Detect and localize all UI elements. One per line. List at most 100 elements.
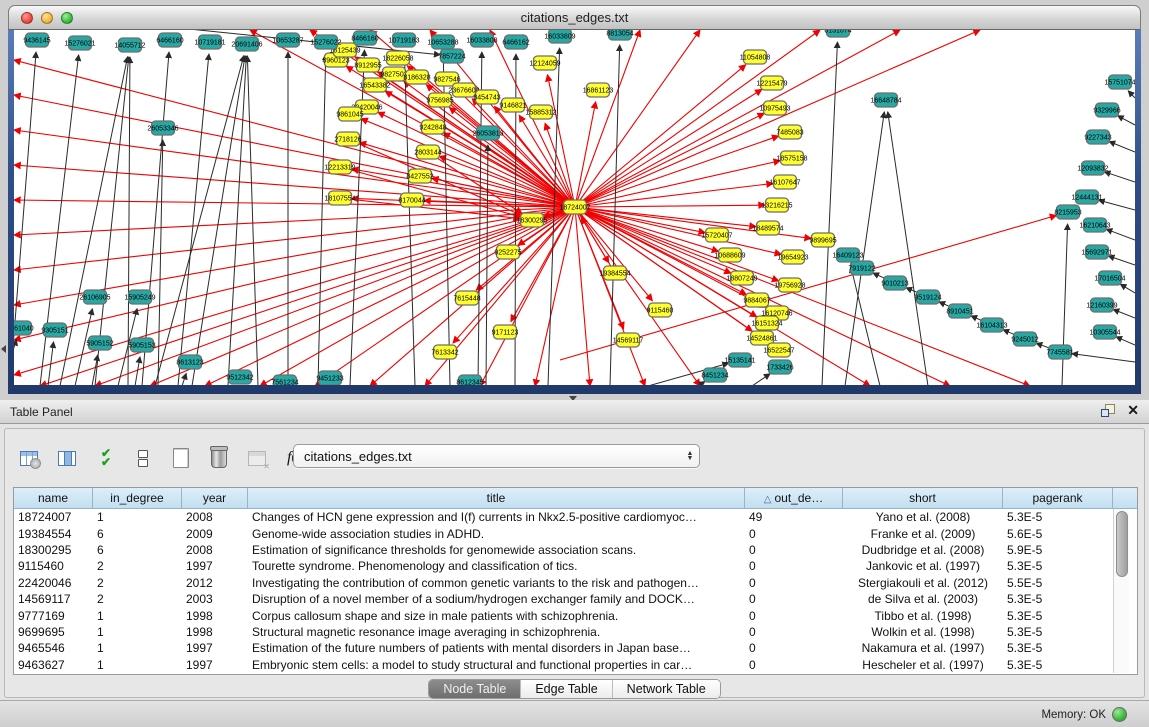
network-edge[interactable] [14, 207, 575, 340]
network-edge[interactable] [575, 207, 705, 233]
network-node[interactable]: 12160399 [1086, 298, 1117, 312]
column-header-out_de[interactable]: △out_de… [745, 488, 843, 508]
network-node[interactable]: 8466160 [351, 31, 378, 45]
network-node[interactable]: 18489574 [752, 221, 783, 235]
network-edge[interactable] [575, 183, 773, 207]
network-edge[interactable] [752, 374, 770, 385]
tab-network-table[interactable]: Network Table [613, 680, 720, 698]
network-edge[interactable] [205, 207, 575, 385]
network-node[interactable]: 18107554 [324, 191, 355, 205]
network-edge[interactable] [575, 113, 764, 207]
network-node[interactable]: 13216215 [761, 198, 792, 212]
network-edge[interactable] [14, 339, 16, 385]
network-node[interactable]: 7919122 [848, 261, 875, 275]
network-node[interactable]: 26053813 [472, 126, 503, 140]
network-node[interactable]: 9171123 [492, 325, 519, 339]
network-node[interactable]: 8451234 [701, 368, 728, 382]
delete-table-button[interactable] [207, 446, 231, 470]
network-edge[interactable] [575, 205, 765, 207]
network-edge[interactable] [14, 130, 575, 207]
network-node[interactable]: 12124059 [529, 56, 560, 70]
network-node[interactable]: 9512342 [226, 370, 253, 384]
network-node[interactable]: 10653287 [272, 33, 303, 47]
network-edge[interactable] [1128, 91, 1135, 98]
network-node[interactable]: 15720407 [701, 228, 732, 242]
network-node[interactable]: 9519124 [914, 290, 941, 304]
network-edge[interactable] [1072, 354, 1135, 362]
network-node[interactable]: 19756928 [774, 278, 805, 292]
network-node[interactable]: 12213319 [324, 160, 355, 174]
network-edge[interactable] [535, 207, 575, 385]
network-node[interactable]: 6466160 [156, 33, 183, 47]
network-node[interactable]: 9252275 [494, 245, 521, 259]
network-node[interactable]: 9305151 [41, 323, 68, 337]
network-node[interactable]: 1733426 [766, 360, 793, 374]
network-node[interactable]: 8131074 [824, 30, 851, 37]
network-node[interactable]: 9146821 [499, 98, 526, 112]
network-edge[interactable] [1116, 337, 1135, 345]
network-edge[interactable] [575, 89, 762, 207]
network-node[interactable]: 10719181 [194, 35, 225, 49]
network-edge[interactable] [178, 54, 209, 385]
network-node[interactable]: 16033809 [544, 30, 575, 43]
network-node[interactable]: 10653288 [427, 35, 458, 49]
column-header-name[interactable]: name [14, 488, 93, 508]
network-node[interactable]: 9451233 [316, 371, 343, 385]
network-node[interactable]: 10719183 [388, 33, 419, 47]
network-node[interactable]: 9861045 [336, 107, 363, 121]
network-node[interactable]: 19654923 [777, 250, 808, 264]
network-node[interactable]: 14055712 [114, 38, 145, 52]
row-height-button[interactable] [131, 446, 155, 470]
table-row[interactable]: 911546021997Tourette syndrome. Phenomeno… [14, 558, 1137, 574]
network-node[interactable]: 10688609 [714, 248, 745, 262]
table-scrollbar-thumb[interactable] [1116, 511, 1128, 577]
close-panel-icon[interactable]: ✕ [1127, 403, 1139, 417]
network-node[interactable]: 12093832 [1077, 161, 1108, 175]
tab-edge-table[interactable]: Edge Table [521, 680, 612, 698]
network-edge[interactable] [575, 161, 780, 207]
network-node[interactable]: 19384554 [599, 266, 630, 280]
table-row[interactable]: 946362711997Embryonic stem cells: a mode… [14, 657, 1137, 673]
network-node[interactable]: 8215953 [1054, 205, 1081, 219]
network-node[interactable]: 8910451 [946, 304, 973, 318]
table-row[interactable]: 1938455462009Genome-wide association stu… [14, 525, 1137, 541]
network-node[interactable]: 9884067 [743, 293, 770, 307]
table-scrollbar[interactable] [1113, 509, 1129, 673]
network-node[interactable]: 7615448 [453, 291, 480, 305]
network-edge[interactable] [822, 42, 837, 385]
network-edge[interactable] [128, 57, 130, 385]
network-edge[interactable] [1109, 142, 1135, 152]
network-node[interactable]: 8454743 [473, 90, 500, 104]
network-canvas[interactable]: 1872400718300295896012389129551822605898… [14, 30, 1135, 385]
left-splitter-arrow-icon[interactable] [1, 345, 6, 353]
network-node[interactable]: 12215479 [756, 76, 787, 90]
network-node[interactable]: 7857224 [438, 49, 465, 63]
network-node[interactable]: 10975493 [759, 101, 790, 115]
network-node[interactable]: 18807249 [726, 271, 757, 285]
network-edge[interactable] [888, 112, 928, 385]
show-column-button[interactable] [55, 446, 79, 470]
tab-node-table[interactable]: Node Table [429, 680, 521, 698]
network-node[interactable]: 26106905 [79, 290, 110, 304]
network-node[interactable]: 11054808 [740, 50, 771, 64]
network-node[interactable]: 9329966 [1093, 103, 1120, 117]
network-node[interactable]: 16409123 [832, 248, 863, 262]
network-node[interactable]: 6466162 [502, 35, 529, 49]
table-row[interactable]: 2242004622012Investigating the contribut… [14, 575, 1137, 591]
network-node[interactable]: 9010213 [881, 276, 908, 290]
network-edge[interactable] [404, 52, 415, 385]
network-node[interactable]: 17016504 [1094, 271, 1125, 285]
table-row[interactable]: 946554611997Estimation of the future num… [14, 640, 1137, 656]
network-edge[interactable] [575, 207, 645, 385]
table-row[interactable]: 1872400712008Changes of HCN gene express… [14, 509, 1137, 525]
network-node[interactable]: 8612345 [456, 375, 483, 385]
network-edge[interactable] [1113, 309, 1135, 318]
network-edge[interactable] [1099, 200, 1135, 210]
table-mode-button[interactable] [17, 446, 41, 470]
network-edge[interactable] [1108, 256, 1135, 265]
network-node[interactable]: 7613342 [431, 345, 458, 359]
network-edge[interactable] [14, 207, 575, 235]
column-header-year[interactable]: year [182, 488, 248, 508]
network-node[interactable]: 9756985 [426, 93, 453, 107]
network-node[interactable]: 18724007 [559, 200, 590, 214]
